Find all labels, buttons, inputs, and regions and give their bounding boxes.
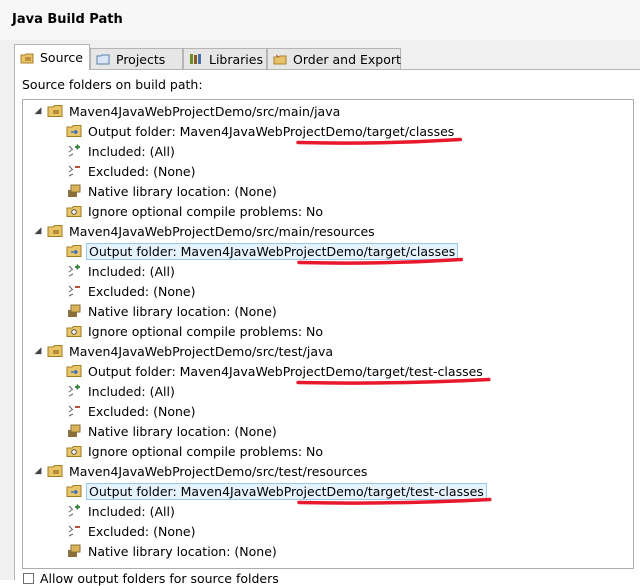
source-folder-icon bbox=[20, 51, 34, 65]
dialog-title-bar: Java Build Path bbox=[0, 0, 640, 41]
tab-source-label: Source bbox=[40, 50, 83, 65]
order-export-icon bbox=[273, 52, 287, 66]
build-path-panel: Source Projects Libraries Order and Expo… bbox=[0, 40, 640, 586]
source-folder-icon bbox=[47, 463, 63, 479]
included-filter-icon bbox=[66, 383, 82, 399]
output-folder-entry-label: Output folder: Maven4JavaWebProjectDemo/… bbox=[88, 363, 483, 379]
output-folder-entry-label: Output folder: Maven4JavaWebProjectDemo/… bbox=[86, 242, 459, 260]
allow-output-folders-label: Allow output folders for source folders bbox=[40, 571, 279, 586]
included-filter-icon bbox=[66, 143, 82, 159]
source-folder-item-label: Maven4JavaWebProjectDemo/src/test/resour… bbox=[69, 463, 368, 479]
source-folder-item[interactable]: ◢ Maven4JavaWebProjectDemo/src/test/java bbox=[23, 341, 633, 361]
source-folder-icon bbox=[47, 223, 63, 239]
checkbox-icon bbox=[23, 573, 34, 584]
included-entry[interactable]: Included: (All) bbox=[23, 261, 633, 281]
excluded-entry[interactable]: Excluded: (None) bbox=[23, 521, 633, 541]
ignore-problems-icon bbox=[66, 203, 82, 219]
native-library-entry-label: Native library location: (None) bbox=[88, 303, 277, 319]
tab-libraries[interactable]: Libraries bbox=[183, 48, 267, 69]
output-folder-entry[interactable]: Output folder: Maven4JavaWebProjectDemo/… bbox=[23, 361, 633, 381]
source-folder-item-label: Maven4JavaWebProjectDemo/src/main/java bbox=[69, 103, 341, 119]
source-folder-item[interactable]: ◢ Maven4JavaWebProjectDemo/src/main/java bbox=[23, 101, 633, 121]
ignore-problems-entry-label: Ignore optional compile problems: No bbox=[88, 323, 324, 339]
output-folder-entry-label: Output folder: Maven4JavaWebProjectDemo/… bbox=[88, 123, 455, 139]
included-filter-icon bbox=[66, 503, 82, 519]
excluded-entry[interactable]: Excluded: (None) bbox=[23, 281, 633, 301]
expand-toggle-icon[interactable]: ◢ bbox=[33, 346, 43, 356]
ignore-problems-entry[interactable]: Ignore optional compile problems: No bbox=[23, 441, 633, 461]
native-library-entry-label: Native library location: (None) bbox=[88, 423, 277, 439]
source-folder-item-label: Maven4JavaWebProjectDemo/src/main/resour… bbox=[69, 223, 375, 239]
output-folder-icon bbox=[66, 123, 82, 139]
ignore-problems-icon bbox=[66, 323, 82, 339]
native-library-icon bbox=[66, 183, 82, 199]
source-folder-item[interactable]: ◢ Maven4JavaWebProjectDemo/src/main/resou… bbox=[23, 221, 633, 241]
source-folder-item[interactable]: ◢ Maven4JavaWebProjectDemo/src/test/resou… bbox=[23, 461, 633, 481]
ignore-problems-entry[interactable]: Ignore optional compile problems: No bbox=[23, 201, 633, 221]
included-entry-label: Included: (All) bbox=[88, 143, 175, 159]
libraries-icon bbox=[189, 52, 203, 66]
included-entry-label: Included: (All) bbox=[88, 263, 175, 279]
native-library-entry[interactable]: Native library location: (None) bbox=[23, 421, 633, 441]
tab-order-export-label: Order and Export bbox=[293, 51, 401, 67]
source-folders-description: Source folders on build path: bbox=[22, 77, 203, 92]
output-folder-entry[interactable]: Output folder: Maven4JavaWebProjectDemo/… bbox=[23, 121, 633, 141]
excluded-entry-label: Excluded: (None) bbox=[88, 403, 196, 419]
output-folder-entry[interactable]: Output folder: Maven4JavaWebProjectDemo/… bbox=[23, 481, 633, 501]
native-library-entry[interactable]: Native library location: (None) bbox=[23, 301, 633, 321]
projects-icon bbox=[96, 52, 110, 66]
excluded-entry-label: Excluded: (None) bbox=[88, 163, 196, 179]
tab-projects[interactable]: Projects bbox=[90, 48, 183, 69]
expand-toggle-icon[interactable]: ◢ bbox=[33, 226, 43, 236]
excluded-filter-icon bbox=[66, 163, 82, 179]
tab-libraries-label: Libraries bbox=[209, 51, 263, 67]
native-library-entry[interactable]: Native library location: (None) bbox=[23, 541, 633, 561]
included-entry-label: Included: (All) bbox=[88, 503, 175, 519]
excluded-entry-label: Excluded: (None) bbox=[88, 283, 196, 299]
native-library-entry-label: Native library location: (None) bbox=[88, 543, 277, 559]
ignore-problems-entry-label: Ignore optional compile problems: No bbox=[88, 443, 324, 459]
included-entry[interactable]: Included: (All) bbox=[23, 381, 633, 401]
excluded-entry[interactable]: Excluded: (None) bbox=[23, 401, 633, 421]
ignore-problems-entry[interactable]: Ignore optional compile problems: No bbox=[23, 321, 633, 341]
output-folder-icon bbox=[66, 483, 82, 499]
source-folder-icon bbox=[47, 343, 63, 359]
included-entry[interactable]: Included: (All) bbox=[23, 141, 633, 161]
source-tab-body: Source folders on build path: ◢ Maven4Jav… bbox=[14, 69, 640, 586]
excluded-entry[interactable]: Excluded: (None) bbox=[23, 161, 633, 181]
native-library-icon bbox=[66, 543, 82, 559]
expand-toggle-icon[interactable]: ◢ bbox=[33, 466, 43, 476]
source-folder-item-label: Maven4JavaWebProjectDemo/src/test/java bbox=[69, 343, 334, 359]
excluded-filter-icon bbox=[66, 523, 82, 539]
tab-order-export[interactable]: Order and Export bbox=[267, 48, 401, 69]
ignore-problems-icon bbox=[66, 443, 82, 459]
expand-toggle-icon[interactable]: ◢ bbox=[33, 106, 43, 116]
included-entry-label: Included: (All) bbox=[88, 383, 175, 399]
excluded-entry-label: Excluded: (None) bbox=[88, 523, 196, 539]
native-library-entry[interactable]: Native library location: (None) bbox=[23, 181, 633, 201]
output-folder-entry[interactable]: Output folder: Maven4JavaWebProjectDemo/… bbox=[23, 241, 633, 261]
allow-output-folders-checkbox[interactable]: Allow output folders for source folders bbox=[23, 571, 279, 586]
excluded-filter-icon bbox=[66, 403, 82, 419]
tab-projects-label: Projects bbox=[116, 51, 166, 67]
excluded-filter-icon bbox=[66, 283, 82, 299]
included-filter-icon bbox=[66, 263, 82, 279]
native-library-icon bbox=[66, 423, 82, 439]
source-folder-icon bbox=[47, 103, 63, 119]
native-library-entry-label: Native library location: (None) bbox=[88, 183, 277, 199]
ignore-problems-entry-label: Ignore optional compile problems: No bbox=[88, 203, 324, 219]
included-entry[interactable]: Included: (All) bbox=[23, 501, 633, 521]
output-folder-icon bbox=[66, 363, 82, 379]
source-folders-tree[interactable]: ◢ Maven4JavaWebProjectDemo/src/main/java O… bbox=[22, 99, 634, 569]
native-library-icon bbox=[66, 303, 82, 319]
tab-source[interactable]: Source bbox=[14, 44, 90, 70]
dialog-title: Java Build Path bbox=[12, 12, 123, 27]
output-folder-entry-label: Output folder: Maven4JavaWebProjectDemo/… bbox=[86, 482, 487, 500]
output-folder-icon bbox=[66, 243, 82, 259]
